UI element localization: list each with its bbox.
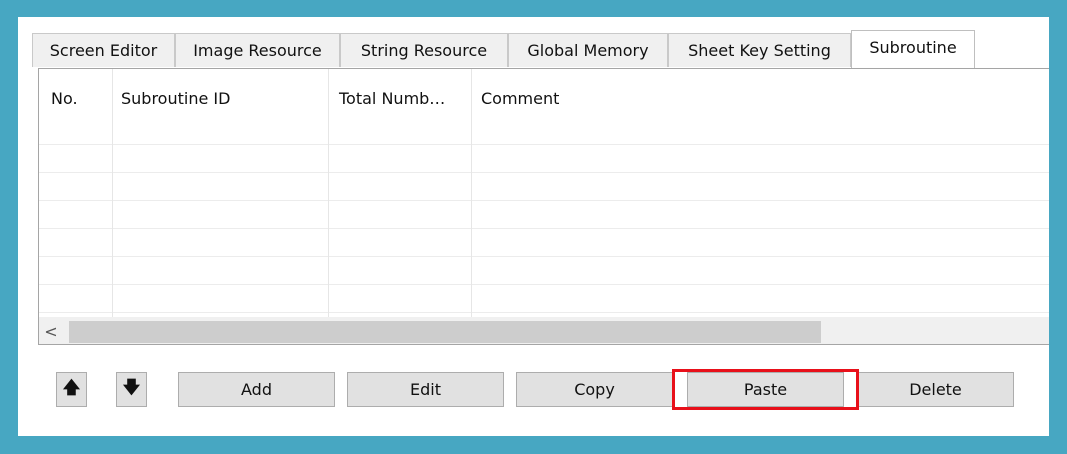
- edit-button[interactable]: Edit: [347, 372, 504, 407]
- move-up-button[interactable]: 🡅: [56, 372, 87, 407]
- column-separator[interactable]: [112, 69, 113, 317]
- tab-subroutine[interactable]: Subroutine: [851, 30, 975, 68]
- grid-line: [39, 312, 1049, 313]
- column-separator[interactable]: [328, 69, 329, 317]
- tab-strip: Screen Editor Image Resource String Reso…: [32, 30, 1049, 68]
- column-header-total-number[interactable]: Total Numb…: [339, 89, 445, 108]
- tab-image-resource[interactable]: Image Resource: [175, 33, 340, 67]
- grid-line: [39, 144, 1049, 145]
- subroutine-table[interactable]: No. Subroutine ID Total Numb… Comment <: [38, 68, 1049, 345]
- column-header-no[interactable]: No.: [51, 89, 78, 108]
- arrow-down-icon: 🡇: [122, 378, 141, 398]
- column-header-comment[interactable]: Comment: [481, 89, 559, 108]
- subroutine-dialog: Screen Editor Image Resource String Reso…: [18, 17, 1049, 436]
- paste-button[interactable]: Paste: [687, 372, 844, 407]
- column-header-subroutine-id[interactable]: Subroutine ID: [121, 89, 230, 108]
- horizontal-scrollbar[interactable]: <: [39, 317, 1049, 344]
- grid-line: [39, 172, 1049, 173]
- delete-button[interactable]: Delete: [857, 372, 1014, 407]
- arrow-up-icon: 🡅: [62, 378, 81, 398]
- tab-screen-editor[interactable]: Screen Editor: [32, 33, 175, 67]
- grid-line: [39, 284, 1049, 285]
- move-down-button[interactable]: 🡇: [116, 372, 147, 407]
- scroll-left-icon[interactable]: <: [43, 322, 59, 341]
- grid-line: [39, 200, 1049, 201]
- scrollbar-thumb[interactable]: [69, 321, 821, 343]
- grid-line: [39, 228, 1049, 229]
- tab-global-memory[interactable]: Global Memory: [508, 33, 668, 67]
- copy-button[interactable]: Copy: [516, 372, 673, 407]
- tab-sheet-key-setting[interactable]: Sheet Key Setting: [668, 33, 851, 67]
- column-separator[interactable]: [471, 69, 472, 317]
- grid-line: [39, 256, 1049, 257]
- tab-string-resource[interactable]: String Resource: [340, 33, 508, 67]
- add-button[interactable]: Add: [178, 372, 335, 407]
